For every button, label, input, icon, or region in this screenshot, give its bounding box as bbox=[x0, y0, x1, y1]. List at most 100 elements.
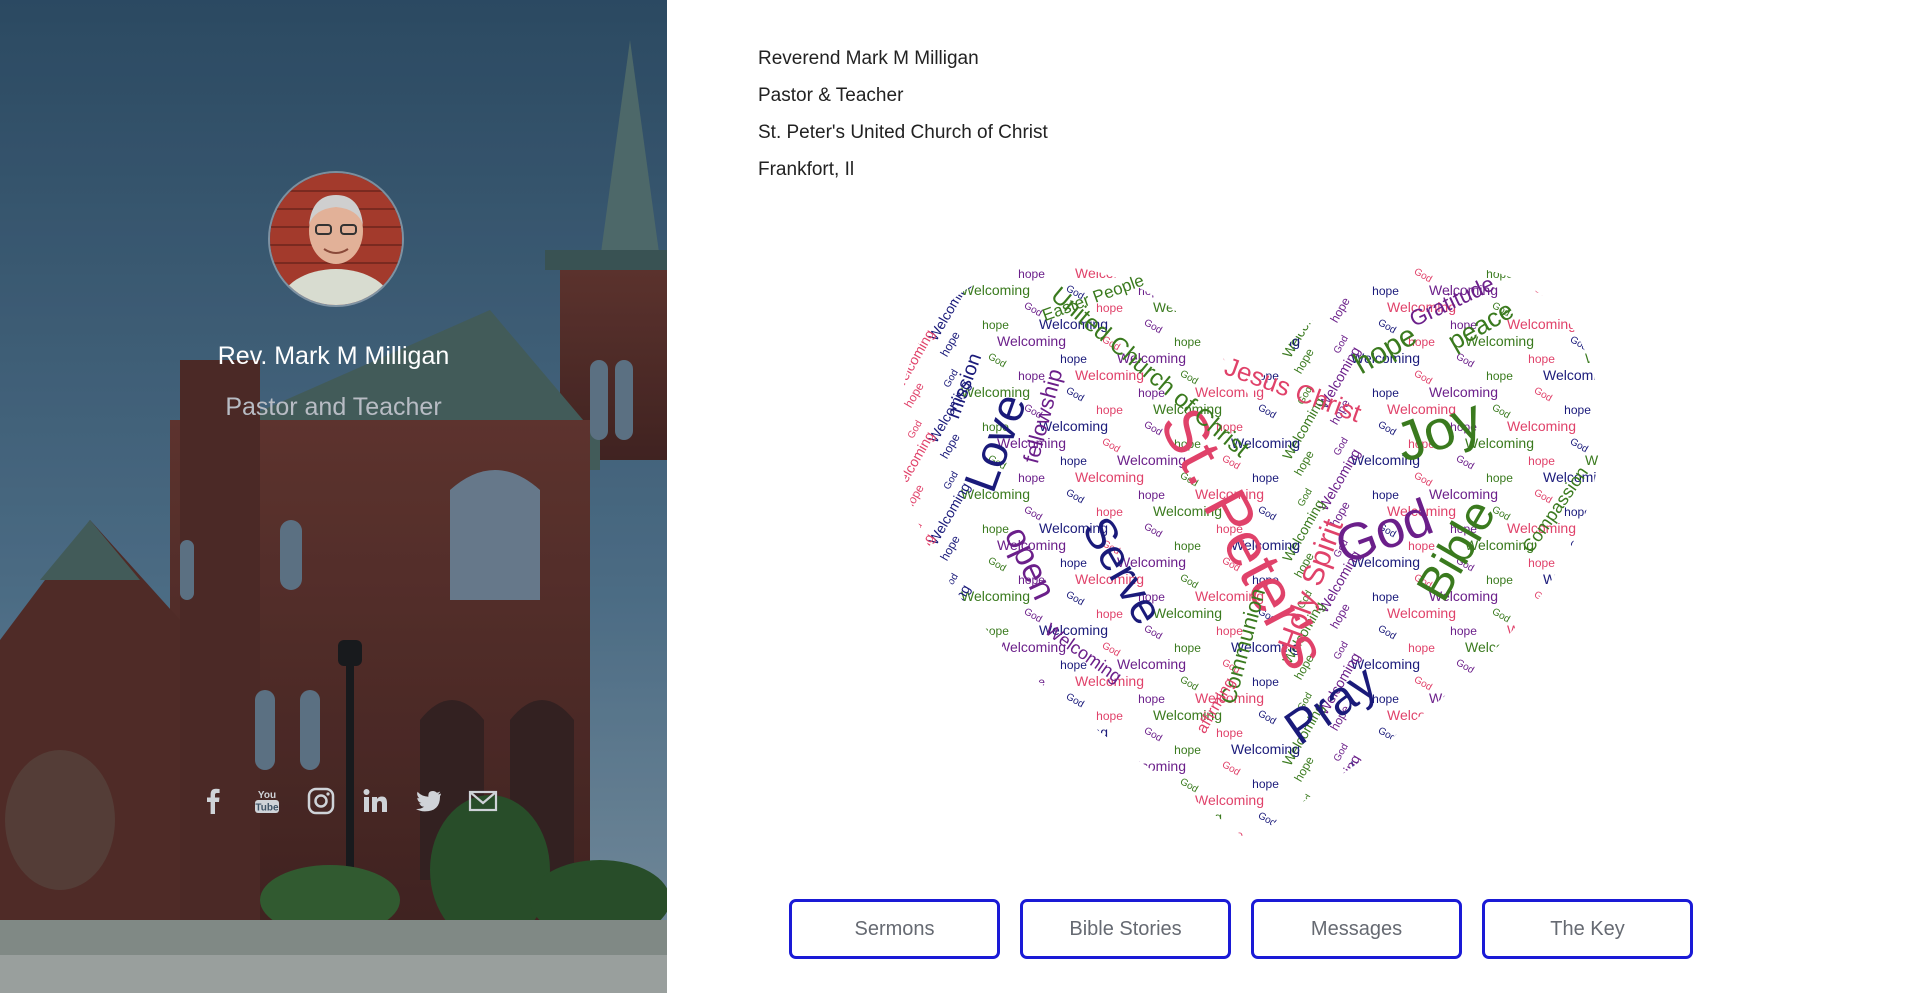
word-cloud-word-filler-217: hope bbox=[1450, 624, 1477, 638]
word-cloud-word-filler-19: hope bbox=[1606, 284, 1620, 298]
contact-info: Reverend Mark M Milligan Pastor & Teache… bbox=[758, 40, 1048, 188]
word-cloud-word-filler-322: hope bbox=[1096, 811, 1123, 825]
word-cloud-word-filler-28: hope bbox=[1564, 301, 1591, 315]
word-cloud-word-filler-248: Welcoming bbox=[1543, 673, 1612, 689]
word-cloud-word-filler-119: Welcoming bbox=[1585, 452, 1620, 468]
word-cloud-word-filler-84: God bbox=[1256, 402, 1278, 421]
person-photo-icon bbox=[270, 173, 402, 305]
word-cloud-word-filler-319: hope bbox=[1606, 794, 1620, 808]
email-icon bbox=[468, 790, 498, 812]
word-cloud-word-filler-339: God bbox=[1610, 827, 1620, 846]
word-cloud-word-filler-5: Welcoming bbox=[1315, 248, 1363, 309]
nav-buttons: Sermons Bible Stories Messages The Key bbox=[789, 899, 1693, 959]
facebook-link[interactable] bbox=[196, 784, 230, 818]
word-cloud-word-filler-99: God bbox=[1610, 419, 1620, 438]
word-cloud-word-filler-179: Welcoming bbox=[1585, 554, 1620, 570]
word-cloud-word-filler-68: Welcoming bbox=[1543, 367, 1612, 383]
word-cloud-word-filler-0: God bbox=[942, 266, 961, 288]
word-cloud-word-filler-159: God bbox=[1610, 521, 1620, 540]
instagram-icon bbox=[307, 787, 335, 815]
word-cloud-word-filler-278: Welcoming bbox=[1507, 724, 1576, 740]
profile-subtitle: Pastor and Teacher bbox=[225, 393, 442, 421]
word-cloud-word-filler-315: God bbox=[1296, 793, 1315, 815]
linkedin-link[interactable] bbox=[358, 784, 392, 818]
word-cloud-word-filler-271: hope bbox=[982, 726, 1009, 740]
word-cloud-word-filler-132: God bbox=[1064, 487, 1086, 506]
instagram-link[interactable] bbox=[304, 784, 338, 818]
word-cloud-word-filler-250: hope bbox=[901, 686, 927, 716]
word-cloud-word-filler-244: hope bbox=[1252, 675, 1279, 689]
word-cloud-word-filler-279: God bbox=[1610, 725, 1620, 744]
sermons-button[interactable]: Sermons bbox=[789, 899, 1000, 959]
word-cloud-word-filler-216: God bbox=[1376, 623, 1398, 642]
email-link[interactable] bbox=[466, 784, 500, 818]
word-cloud-word-filler-171: God bbox=[986, 555, 1008, 574]
word-cloud-word-filler-78: God bbox=[1532, 385, 1554, 404]
word-cloud-word-filler-313: hope bbox=[1138, 794, 1165, 808]
word-cloud-word-filler-219: God bbox=[1610, 623, 1620, 642]
social-links: You Tube bbox=[196, 784, 500, 818]
word-cloud-word-filler-30: God bbox=[906, 317, 925, 339]
youtube-link[interactable]: You Tube bbox=[250, 784, 284, 818]
word-cloud-word-filler-266: Welcoming bbox=[1387, 707, 1456, 723]
word-cloud-word-filler-98: Welcoming bbox=[1507, 418, 1576, 434]
word-cloud-word-filler-291: God bbox=[986, 759, 1008, 778]
word-cloud-word-filler-23: Welcoming bbox=[1153, 299, 1222, 315]
word-cloud-word-filler-34: hope bbox=[1216, 318, 1243, 332]
word-cloud-word-filler-321: God bbox=[1022, 810, 1044, 829]
word-cloud-word-filler-312: God bbox=[1064, 793, 1086, 812]
word-cloud-word-filler-18: God bbox=[1532, 283, 1554, 302]
word-cloud-word-filler-198: God bbox=[1532, 589, 1554, 608]
word-cloud-word-filler-307: hope bbox=[1486, 777, 1513, 791]
word-cloud-word-filler-199: hope bbox=[1606, 590, 1620, 604]
linkedin-icon bbox=[363, 789, 387, 812]
word-cloud-word-filler-211: hope bbox=[982, 624, 1009, 638]
word-cloud-word-filler-72: God bbox=[1064, 385, 1086, 404]
word-cloud-word-filler-330: God bbox=[906, 827, 925, 848]
the-key-button[interactable]: The Key bbox=[1482, 899, 1693, 959]
word-cloud-word-filler-67: hope bbox=[1486, 369, 1513, 383]
messages-button[interactable]: Messages bbox=[1251, 899, 1462, 959]
word-cloud-word-filler-79: hope bbox=[1606, 386, 1620, 400]
word-cloud-word-filler-233: Welcoming bbox=[1117, 656, 1186, 672]
word-cloud-word-filler-247: hope bbox=[1486, 675, 1513, 689]
word-cloud-word-filler-239: Welcoming bbox=[1585, 656, 1620, 672]
word-cloud-word-filler-260: Welcoming bbox=[925, 684, 973, 752]
left-panel: Rev. Mark M Milligan Pastor and Teacher … bbox=[0, 0, 667, 993]
word-cloud-word-filler-231: God bbox=[986, 657, 1008, 676]
bible-stories-button[interactable]: Bible Stories bbox=[1020, 899, 1231, 959]
word-cloud-word-filler-196: hope bbox=[1372, 590, 1399, 604]
word-cloud-word-filler-280: hope bbox=[937, 737, 963, 767]
word-cloud-word-filler-297: God bbox=[1454, 759, 1476, 778]
word-cloud-word-filler-228: God bbox=[1568, 640, 1590, 659]
svg-text:You: You bbox=[258, 790, 276, 801]
word-cloud-word-filler-121: hope bbox=[1018, 471, 1045, 485]
word-cloud-word-filler-112: hope bbox=[1060, 454, 1087, 468]
word-cloud-word-filler-139: hope bbox=[1606, 488, 1620, 502]
youtube-icon: You Tube bbox=[255, 790, 279, 814]
word-cloud-word-filler-10: hope bbox=[901, 278, 927, 308]
word-cloud-word-filler-257: Welcoming bbox=[1429, 690, 1498, 706]
word-cloud-word-filler-306: God bbox=[1412, 776, 1434, 795]
word-cloud-word-filler-316: hope bbox=[1372, 794, 1399, 808]
word-cloud-word-filler-168: God bbox=[1568, 538, 1590, 557]
word-cloud-word-filler-264: God bbox=[1256, 708, 1278, 727]
word-cloud-word-filler-153: God bbox=[1142, 521, 1164, 540]
word-cloud-word-filler-206: Welcoming bbox=[1387, 605, 1456, 621]
word-cloud-word-filler-259: hope bbox=[1606, 692, 1620, 706]
word-cloud-word-filler-44: Welcoming bbox=[1231, 333, 1300, 349]
word-cloud-word-filler-208: hope bbox=[1564, 607, 1591, 621]
word-cloud-word-filler-338: Welcoming bbox=[1507, 826, 1576, 842]
word-cloud-word-filler-298: hope bbox=[1528, 760, 1555, 774]
word-cloud-word-filler-226: hope bbox=[1408, 641, 1435, 655]
word-cloud-word-filler-283: hope bbox=[1174, 743, 1201, 757]
word-cloud-word-filler-293: Welcoming bbox=[1117, 758, 1186, 774]
twitter-link[interactable] bbox=[412, 784, 446, 818]
word-cloud-word-filler-237: God bbox=[1454, 657, 1476, 676]
word-cloud-word-filler-334: hope bbox=[1216, 828, 1243, 842]
word-cloud-word-filler-299: Welcoming bbox=[1585, 758, 1620, 774]
word-cloud-word-filler-292: hope bbox=[1060, 760, 1087, 774]
word-cloud-word-filler-3: God bbox=[1178, 266, 1200, 285]
word-cloud-word-filler-274: hope bbox=[1216, 726, 1243, 740]
svg-text:Tube: Tube bbox=[255, 803, 279, 814]
